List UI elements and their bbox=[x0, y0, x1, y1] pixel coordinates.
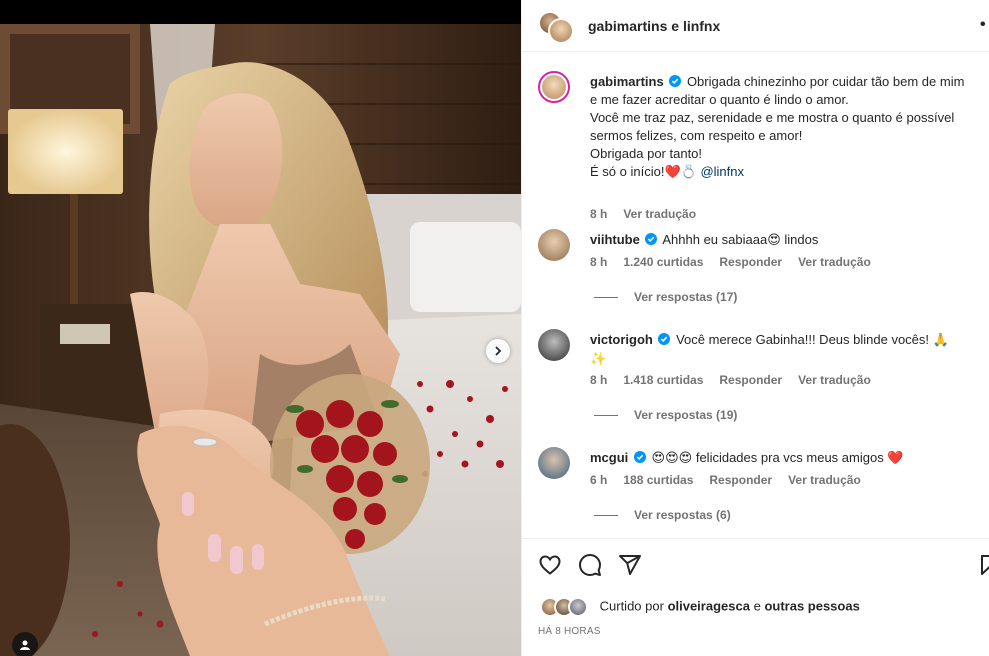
red-heart-emoji: ❤️ bbox=[887, 451, 904, 466]
comment-text: viihtube Ahhhh eu sabiaaa😍 lindos bbox=[590, 231, 989, 250]
caption-text: gabimartins Obrigada chinezinho por cuid… bbox=[590, 73, 989, 182]
comment-item: viihtube Ahhhh eu sabiaaa😍 lindos 8 h 1.2… bbox=[538, 229, 978, 309]
liked-by-connector: e bbox=[753, 598, 761, 614]
share-icon bbox=[619, 555, 641, 575]
caption-time[interactable]: 8 h bbox=[590, 207, 607, 221]
comment-username[interactable]: victorigoh bbox=[590, 332, 653, 347]
view-replies-label: Ver respostas (6) bbox=[634, 508, 731, 522]
liked-by: Curtido por oliveiragesca e outras pesso… bbox=[540, 597, 860, 617]
comment-text: mcgui 😍😍😍 felicidades pra vcs meus amigo… bbox=[590, 449, 989, 468]
comment-item: victorigoh Você merece Gabinha!!! Deus b… bbox=[538, 329, 978, 429]
replies-divider bbox=[594, 415, 618, 417]
comment-item: mcgui 😍😍😍 felicidades pra vcs meus amigo… bbox=[538, 447, 978, 527]
save-button[interactable] bbox=[978, 553, 989, 577]
translate-link[interactable]: Ver tradução bbox=[798, 255, 871, 269]
comment-time[interactable]: 8 h bbox=[590, 255, 607, 269]
caption-line: Você me traz paz, serenidade e me mostra… bbox=[590, 110, 955, 125]
header-username[interactable]: gabimartins bbox=[588, 18, 667, 34]
comment-likes[interactable]: 188 curtidas bbox=[623, 473, 693, 487]
avatar[interactable] bbox=[538, 229, 570, 261]
comment-likes[interactable]: 1.240 curtidas bbox=[623, 255, 703, 269]
liker-avatars[interactable] bbox=[540, 597, 592, 617]
view-replies-label: Ver respostas (19) bbox=[634, 408, 738, 422]
comment-time[interactable]: 8 h bbox=[590, 373, 607, 387]
avatar bbox=[568, 597, 588, 617]
caption-line: É só o início! bbox=[590, 164, 665, 179]
view-replies-button[interactable]: Ver respostas (6) bbox=[594, 508, 731, 522]
share-button[interactable] bbox=[618, 553, 642, 577]
heart-ring-emoji: ❤️💍 bbox=[664, 165, 697, 180]
more-options-button[interactable]: • bbox=[980, 17, 986, 33]
comment-meta: 6 h 188 curtidas Responder Ver tradução bbox=[590, 473, 877, 487]
comment-likes[interactable]: 1.418 curtidas bbox=[623, 373, 703, 387]
verified-badge-icon bbox=[645, 233, 658, 245]
chevron-right-icon bbox=[495, 346, 502, 356]
replies-divider bbox=[594, 515, 618, 517]
mention-link[interactable]: @linfnx bbox=[700, 164, 744, 179]
comment-meta: 8 h 1.418 curtidas Responder Ver tradução bbox=[590, 373, 887, 387]
collab-names: gabimartins e linfnx bbox=[588, 18, 720, 34]
caption-line: e me fazer acreditar o quanto é lindo o … bbox=[590, 92, 849, 107]
comments-section: gabimartins Obrigada chinezinho por cuid… bbox=[522, 53, 989, 538]
comment-icon bbox=[579, 554, 601, 576]
post-timestamp[interactable]: HÁ 8 HORAS bbox=[538, 626, 601, 637]
heart-eyes-emoji: 😍 bbox=[767, 233, 781, 248]
view-replies-button[interactable]: Ver respostas (19) bbox=[594, 408, 737, 422]
verified-badge-icon bbox=[633, 451, 646, 463]
post-side-panel: gabimartins e linfnx • gabimartins Obrig… bbox=[521, 0, 989, 656]
liked-by-user[interactable]: oliveiragesca bbox=[668, 598, 750, 613]
post-caption: gabimartins Obrigada chinezinho por cuid… bbox=[538, 71, 978, 221]
tagged-users-button[interactable] bbox=[12, 632, 38, 656]
comment-text: victorigoh Você merece Gabinha!!! Deus b… bbox=[590, 331, 989, 369]
caption-meta: 8 h Ver tradução bbox=[590, 207, 712, 221]
verified-badge-icon bbox=[669, 75, 682, 87]
avatar[interactable] bbox=[538, 447, 570, 479]
comment-body: Você merece Gabinha!!! Deus blinde vocês… bbox=[676, 332, 930, 347]
comment-button[interactable] bbox=[578, 553, 602, 577]
comment-body: Ahhhh eu sabiaaa bbox=[662, 232, 768, 247]
post-actions: Curtido por oliveiragesca e outras pesso… bbox=[522, 538, 989, 656]
liked-by-prefix: Curtido por bbox=[599, 598, 664, 614]
verified-badge-icon bbox=[658, 333, 671, 345]
post-header: gabimartins e linfnx • bbox=[522, 0, 989, 52]
comment-username[interactable]: mcgui bbox=[590, 450, 628, 465]
more-dots-icon: • bbox=[980, 16, 986, 33]
collab-avatars[interactable] bbox=[538, 11, 574, 45]
praying-hands-emoji: 🙏 bbox=[932, 333, 949, 348]
comment-body-after: lindos bbox=[780, 232, 819, 247]
caption-username[interactable]: gabimartins bbox=[590, 74, 664, 89]
avatar[interactable] bbox=[548, 18, 574, 44]
translate-link[interactable]: Ver tradução bbox=[623, 207, 696, 221]
avatar[interactable] bbox=[538, 329, 570, 361]
sparkles-emoji: ✨ bbox=[590, 352, 607, 367]
post-media[interactable] bbox=[0, 0, 521, 656]
caption-line: Obrigada por tanto! bbox=[590, 146, 703, 161]
reply-button[interactable]: Responder bbox=[709, 473, 772, 487]
translate-link[interactable]: Ver tradução bbox=[788, 473, 861, 487]
translate-link[interactable]: Ver tradução bbox=[798, 373, 871, 387]
header-username[interactable]: linfnx bbox=[683, 18, 720, 34]
comment-username[interactable]: viihtube bbox=[590, 232, 640, 247]
comment-time[interactable]: 6 h bbox=[590, 473, 607, 487]
comment-body: felicidades pra vcs meus amigos bbox=[695, 450, 884, 465]
caption-line: sermos felizes, com respeito e amor! bbox=[590, 128, 803, 143]
comment-meta: 8 h 1.240 curtidas Responder Ver tradução bbox=[590, 255, 887, 269]
user-icon bbox=[20, 640, 30, 650]
heart-eyes-emoji: 😍😍😍 bbox=[651, 451, 693, 466]
replies-divider bbox=[594, 297, 618, 299]
caption-line: Obrigada chinezinho por cuidar tão bem d… bbox=[686, 74, 965, 89]
bookmark-icon bbox=[981, 555, 989, 575]
next-media-button[interactable] bbox=[486, 339, 510, 363]
post-photo bbox=[0, 24, 521, 656]
avatar[interactable] bbox=[538, 71, 570, 103]
view-replies-button[interactable]: Ver respostas (17) bbox=[594, 290, 737, 304]
heart-icon bbox=[539, 555, 561, 575]
view-replies-label: Ver respostas (17) bbox=[634, 290, 738, 304]
liked-by-others[interactable]: outras pessoas bbox=[764, 598, 859, 613]
like-button[interactable] bbox=[538, 553, 562, 577]
reply-button[interactable]: Responder bbox=[719, 373, 782, 387]
header-connector: e bbox=[671, 18, 680, 34]
reply-button[interactable]: Responder bbox=[719, 255, 782, 269]
